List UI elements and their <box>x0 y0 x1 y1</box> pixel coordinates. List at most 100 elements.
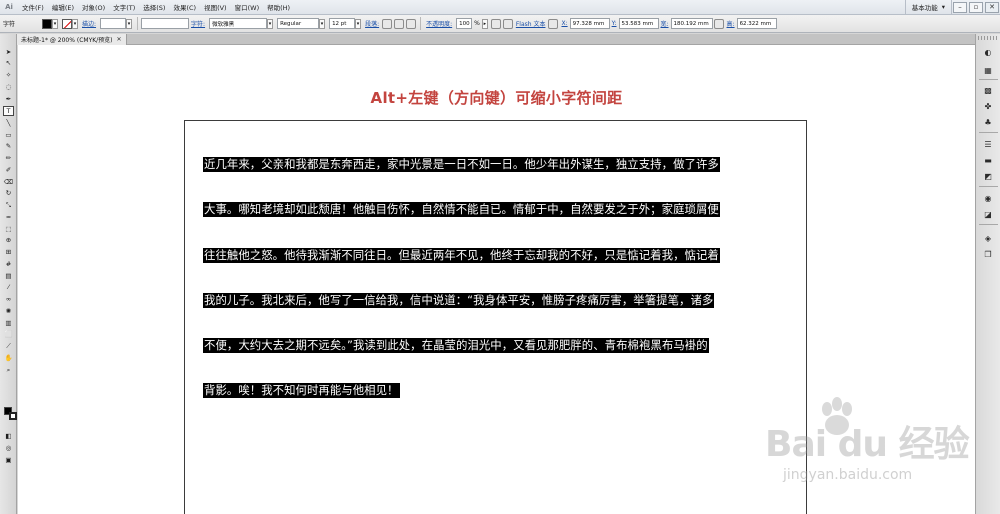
stroke-weight-field[interactable] <box>100 18 127 29</box>
width-label: 宽: <box>660 21 669 28</box>
swatches-panel-icon[interactable]: ▩ <box>982 84 994 96</box>
maximize-button[interactable]: ▫ <box>969 1 983 13</box>
pencil-tool-icon[interactable]: ✏ <box>3 154 14 162</box>
type-tool-icon[interactable]: T <box>3 106 14 116</box>
warp-tool-icon[interactable]: ≈ <box>3 213 14 221</box>
document-tab[interactable]: 未标题-1* @ 200% (CMYK/预览) ✕ <box>17 34 127 45</box>
reference-point-icon[interactable] <box>548 18 559 29</box>
panel-label: 字符 <box>3 21 16 28</box>
brushes-panel-icon[interactable]: ✤ <box>982 100 994 112</box>
chevron-down-icon[interactable]: ▾ <box>52 18 58 29</box>
menu-view[interactable]: 视图(V) <box>200 2 231 12</box>
stroke-link[interactable]: 描边: <box>80 19 98 28</box>
character-link[interactable]: 字符: <box>189 19 207 28</box>
menu-effect[interactable]: 效果(C) <box>169 2 200 12</box>
x-field[interactable]: 97.328 mm <box>569 18 610 29</box>
paragraph-link[interactable]: 段落: <box>363 19 381 28</box>
flash-text-link[interactable]: Flash 文本 <box>514 19 548 28</box>
font-style-field[interactable]: Regular <box>277 18 320 29</box>
close-window-button[interactable]: ✕ <box>985 1 999 13</box>
appearance-panel-icon[interactable]: ◉ <box>982 192 994 204</box>
draw-mode-icon[interactable]: ◎ <box>3 444 14 452</box>
fill-swatch[interactable] <box>42 18 52 29</box>
dock-grip[interactable] <box>978 36 998 40</box>
free-transform-tool-icon[interactable]: ⬚ <box>3 225 14 233</box>
lasso-tool-icon[interactable]: ◌ <box>3 83 14 91</box>
line-tool-icon[interactable]: ╲ <box>3 119 14 127</box>
font-family-field[interactable]: 微软雅黑 <box>209 18 268 29</box>
arrange-icon[interactable] <box>502 18 513 29</box>
chevron-down-icon[interactable]: ▾ <box>355 18 362 29</box>
app-logo: Ai <box>5 3 13 11</box>
color-panel-icon[interactable]: ◐ <box>982 46 994 58</box>
rotate-tool-icon[interactable]: ↻ <box>3 189 14 197</box>
stroke-profile-field[interactable] <box>141 18 190 29</box>
selected-text-block[interactable]: 近几年来，父亲和我都是东奔西走，家中光景是一日不如一日。他少年出外谋生，独立支持… <box>203 153 763 425</box>
document-canvas[interactable]: Alt+左键（方向键）可缩小字符间距 近几年来，父亲和我都是东奔西走，家中光景是… <box>18 45 975 514</box>
menu-select[interactable]: 选择(S) <box>139 2 169 12</box>
stroke-swatch[interactable] <box>62 18 72 29</box>
close-icon[interactable]: ✕ <box>117 36 122 43</box>
chevron-down-icon[interactable]: ▾ <box>267 18 274 29</box>
layers-panel-icon[interactable]: ◈ <box>982 232 994 244</box>
blend-tool-icon[interactable]: ∞ <box>3 295 14 303</box>
align-left-icon[interactable] <box>382 18 393 29</box>
chevron-down-icon[interactable]: ▾ <box>319 18 326 29</box>
chevron-down-icon: ▾ <box>941 3 945 11</box>
eyedropper-tool-icon[interactable]: ⁄ <box>3 283 14 291</box>
width-field[interactable]: 180.192 mm <box>670 18 713 29</box>
opacity-link[interactable]: 不透明度: <box>424 19 454 28</box>
chevron-right-icon[interactable]: ▸ <box>481 18 488 29</box>
menu-file[interactable]: 文件(F) <box>18 2 48 12</box>
artboard[interactable]: 近几年来，父亲和我都是东奔西走，家中光景是一日不如一日。他少年出外谋生，独立支持… <box>184 120 807 514</box>
perspective-grid-tool-icon[interactable]: ⊞ <box>3 248 14 256</box>
eraser-tool-icon[interactable]: ⌫ <box>3 178 14 186</box>
height-field[interactable]: 62.322 mm <box>736 18 777 29</box>
magic-wand-tool-icon[interactable]: ✧ <box>3 71 14 79</box>
opacity-field[interactable]: 100 <box>456 18 473 29</box>
graphic-styles-panel-icon[interactable]: ◪ <box>982 208 994 220</box>
chevron-down-icon[interactable]: ▾ <box>72 18 78 29</box>
menu-object[interactable]: 对象(O) <box>78 2 109 12</box>
menu-window[interactable]: 窗口(W) <box>231 2 264 12</box>
scale-tool-icon[interactable]: ⤡ <box>3 201 14 209</box>
shape-builder-tool-icon[interactable]: ⊕ <box>3 236 14 244</box>
artboards-panel-icon[interactable]: ❐ <box>982 248 994 260</box>
slice-tool-icon[interactable]: ⟋ <box>3 342 14 350</box>
screen-mode-icon[interactable]: ▣ <box>3 456 14 464</box>
menu-help[interactable]: 帮助(H) <box>263 2 294 12</box>
gradient-tool-icon[interactable]: ▤ <box>3 272 14 280</box>
column-graph-tool-icon[interactable]: ▥ <box>3 319 14 327</box>
pen-tool-icon[interactable]: ✒ <box>3 95 14 103</box>
document-tab-label: 未标题-1* @ 200% (CMYK/预览) <box>21 37 113 44</box>
direct-selection-tool-icon[interactable]: ↖ <box>3 59 14 67</box>
y-field[interactable]: 53.583 mm <box>618 18 659 29</box>
gradient-panel-icon[interactable]: ▬ <box>982 154 994 166</box>
link-icon[interactable] <box>713 18 724 29</box>
selection-tool-icon[interactable]: ➤ <box>3 48 14 56</box>
blob-brush-tool-icon[interactable]: ✐ <box>3 166 14 174</box>
transparency-panel-icon[interactable]: ◩ <box>982 170 994 182</box>
artboard-tool-icon[interactable]: ⬜ <box>3 330 14 338</box>
color-mode-icon[interactable]: ◧ <box>3 432 14 440</box>
align-right-icon[interactable] <box>406 18 417 29</box>
menu-edit[interactable]: 编辑(E) <box>48 2 78 12</box>
mesh-tool-icon[interactable]: # <box>3 260 14 268</box>
recolor-icon[interactable] <box>490 18 501 29</box>
symbols-panel-icon[interactable]: ♣ <box>982 116 994 128</box>
font-size-field[interactable]: 12 pt <box>329 18 356 29</box>
chevron-down-icon[interactable]: ▾ <box>126 18 133 29</box>
menu-type[interactable]: 文字(T) <box>109 2 139 12</box>
text-line: 不便，大约大去之期不远矣。”我读到此处，在晶莹的泪光中，又看见那肥胖的、青布棉袍… <box>203 334 763 379</box>
rectangle-tool-icon[interactable]: ▭ <box>3 131 14 139</box>
hand-tool-icon[interactable]: ✋ <box>3 354 14 362</box>
color-guide-icon[interactable]: ▦ <box>982 64 994 76</box>
minimize-button[interactable]: – <box>953 1 967 13</box>
zoom-tool-icon[interactable]: ⌕ <box>3 366 14 374</box>
align-center-icon[interactable] <box>394 18 405 29</box>
workspace-switcher[interactable]: 基本功能 ▾ <box>904 0 952 15</box>
stroke-panel-icon[interactable]: ☰ <box>982 138 994 150</box>
symbol-sprayer-tool-icon[interactable]: ✺ <box>3 307 14 315</box>
stroke-color-icon[interactable] <box>9 412 17 420</box>
paintbrush-tool-icon[interactable]: ✎ <box>3 142 14 150</box>
